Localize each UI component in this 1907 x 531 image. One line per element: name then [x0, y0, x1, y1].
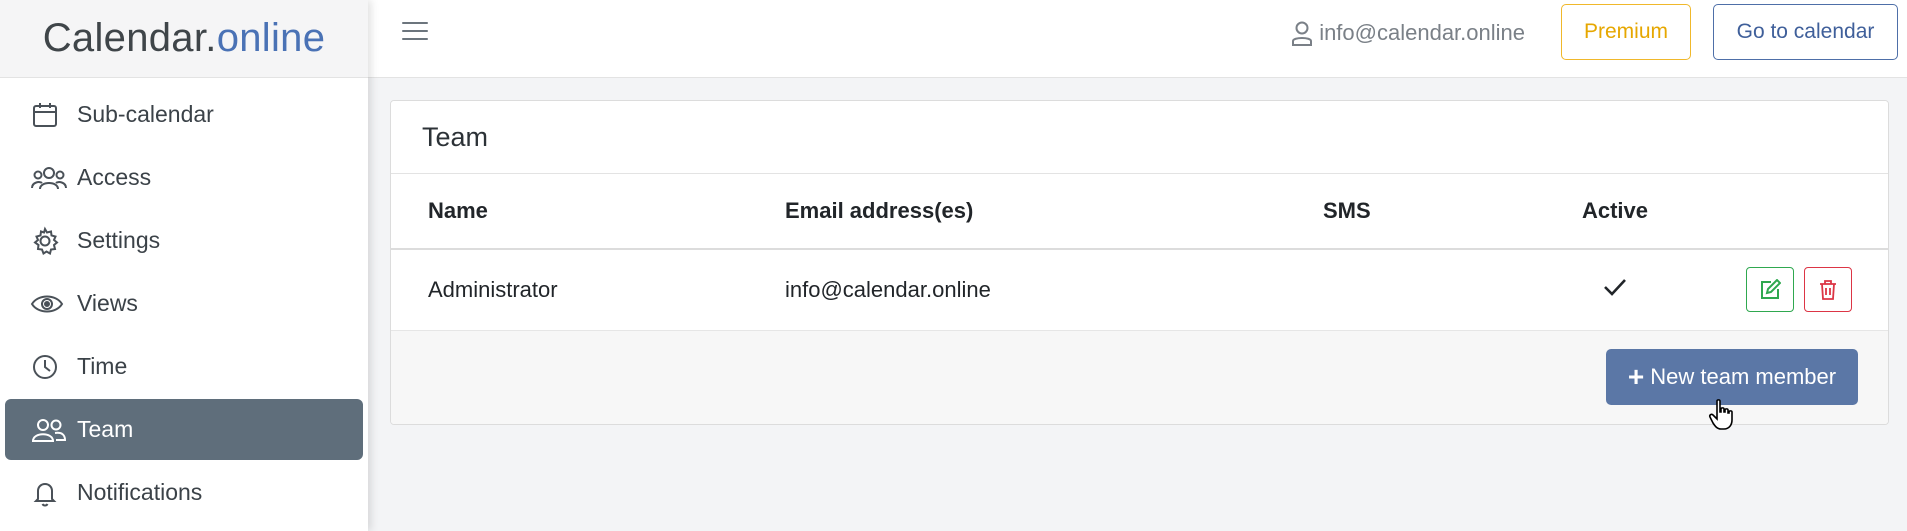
new-team-member-button[interactable]: + New team member [1606, 348, 1858, 405]
team-icon [30, 413, 68, 447]
edit-button[interactable] [1745, 267, 1794, 313]
sidebar: Calendar. online Sub-calendar Access Sett… [0, 0, 368, 531]
sidebar-item-label: Settings [77, 227, 161, 253]
new-team-member-label: New team member [1650, 363, 1837, 389]
cell-email: info@calendar.online [785, 249, 1323, 331]
users-icon [30, 161, 68, 195]
user-icon [1292, 21, 1313, 46]
sidebar-item-label: Team [77, 416, 134, 442]
go-to-calendar-button[interactable]: Go to calendar [1713, 4, 1898, 60]
table-header-row: Name Email address(es) SMS Active [391, 174, 1888, 250]
sidebar-item-time[interactable]: Time [5, 336, 363, 397]
team-table: Name Email address(es) SMS Active Admini… [391, 174, 1888, 331]
gear-icon [30, 224, 68, 258]
sidebar-nav: Sub-calendar Access Settings Views Time [0, 78, 368, 523]
column-header-active: Active [1555, 174, 1675, 250]
column-header-name: Name [391, 174, 785, 250]
calendar-icon [30, 98, 68, 132]
cell-actions [1675, 249, 1888, 331]
eye-icon [30, 287, 68, 321]
edit-icon [1760, 278, 1781, 299]
sidebar-item-label: Time [77, 353, 128, 379]
column-header-actions [1675, 174, 1888, 250]
brand-part-1: Calendar. [42, 16, 217, 60]
sidebar-item-label: Access [77, 164, 152, 190]
column-header-email: Email address(es) [785, 174, 1323, 250]
user-email: info@calendar.online [1319, 20, 1525, 45]
hamburger-menu-icon[interactable] [402, 22, 428, 44]
sidebar-item-access[interactable]: Access [5, 147, 363, 208]
sidebar-item-sub-calendar[interactable]: Sub-calendar [5, 84, 363, 145]
sidebar-item-label: Notifications [77, 479, 203, 505]
table-row: Administrator info@calendar.online [391, 249, 1888, 331]
user-account[interactable]: info@calendar.online [1291, 18, 1525, 48]
brand-logo[interactable]: Calendar. online [0, 0, 368, 78]
bell-icon [30, 476, 68, 510]
sidebar-item-views[interactable]: Views [5, 273, 363, 334]
hand-cursor-icon [1708, 399, 1733, 430]
sidebar-item-settings[interactable]: Settings [5, 210, 363, 271]
column-header-sms: SMS [1323, 174, 1555, 250]
plus-icon: + [1627, 360, 1645, 392]
delete-button[interactable] [1804, 267, 1852, 313]
cell-active [1555, 249, 1675, 331]
premium-button[interactable]: Premium [1561, 4, 1691, 60]
sidebar-item-label: Views [77, 290, 138, 316]
cell-name: Administrator [391, 249, 785, 331]
sidebar-item-notifications[interactable]: Notifications [5, 462, 363, 523]
trash-icon [1820, 279, 1836, 300]
brand-part-2: online [216, 16, 326, 60]
card-title: Team [391, 101, 1888, 174]
sidebar-item-team[interactable]: Team [5, 399, 363, 460]
card-footer: + New team member [391, 330, 1888, 424]
top-bar: info@calendar.online Premium Go to calen… [368, 0, 1907, 78]
cell-sms [1323, 249, 1555, 331]
checkmark-icon [1604, 278, 1626, 296]
clock-icon [30, 350, 68, 384]
team-card: Team Name Email address(es) SMS Active A… [390, 100, 1889, 425]
sidebar-item-label: Sub-calendar [77, 101, 214, 127]
